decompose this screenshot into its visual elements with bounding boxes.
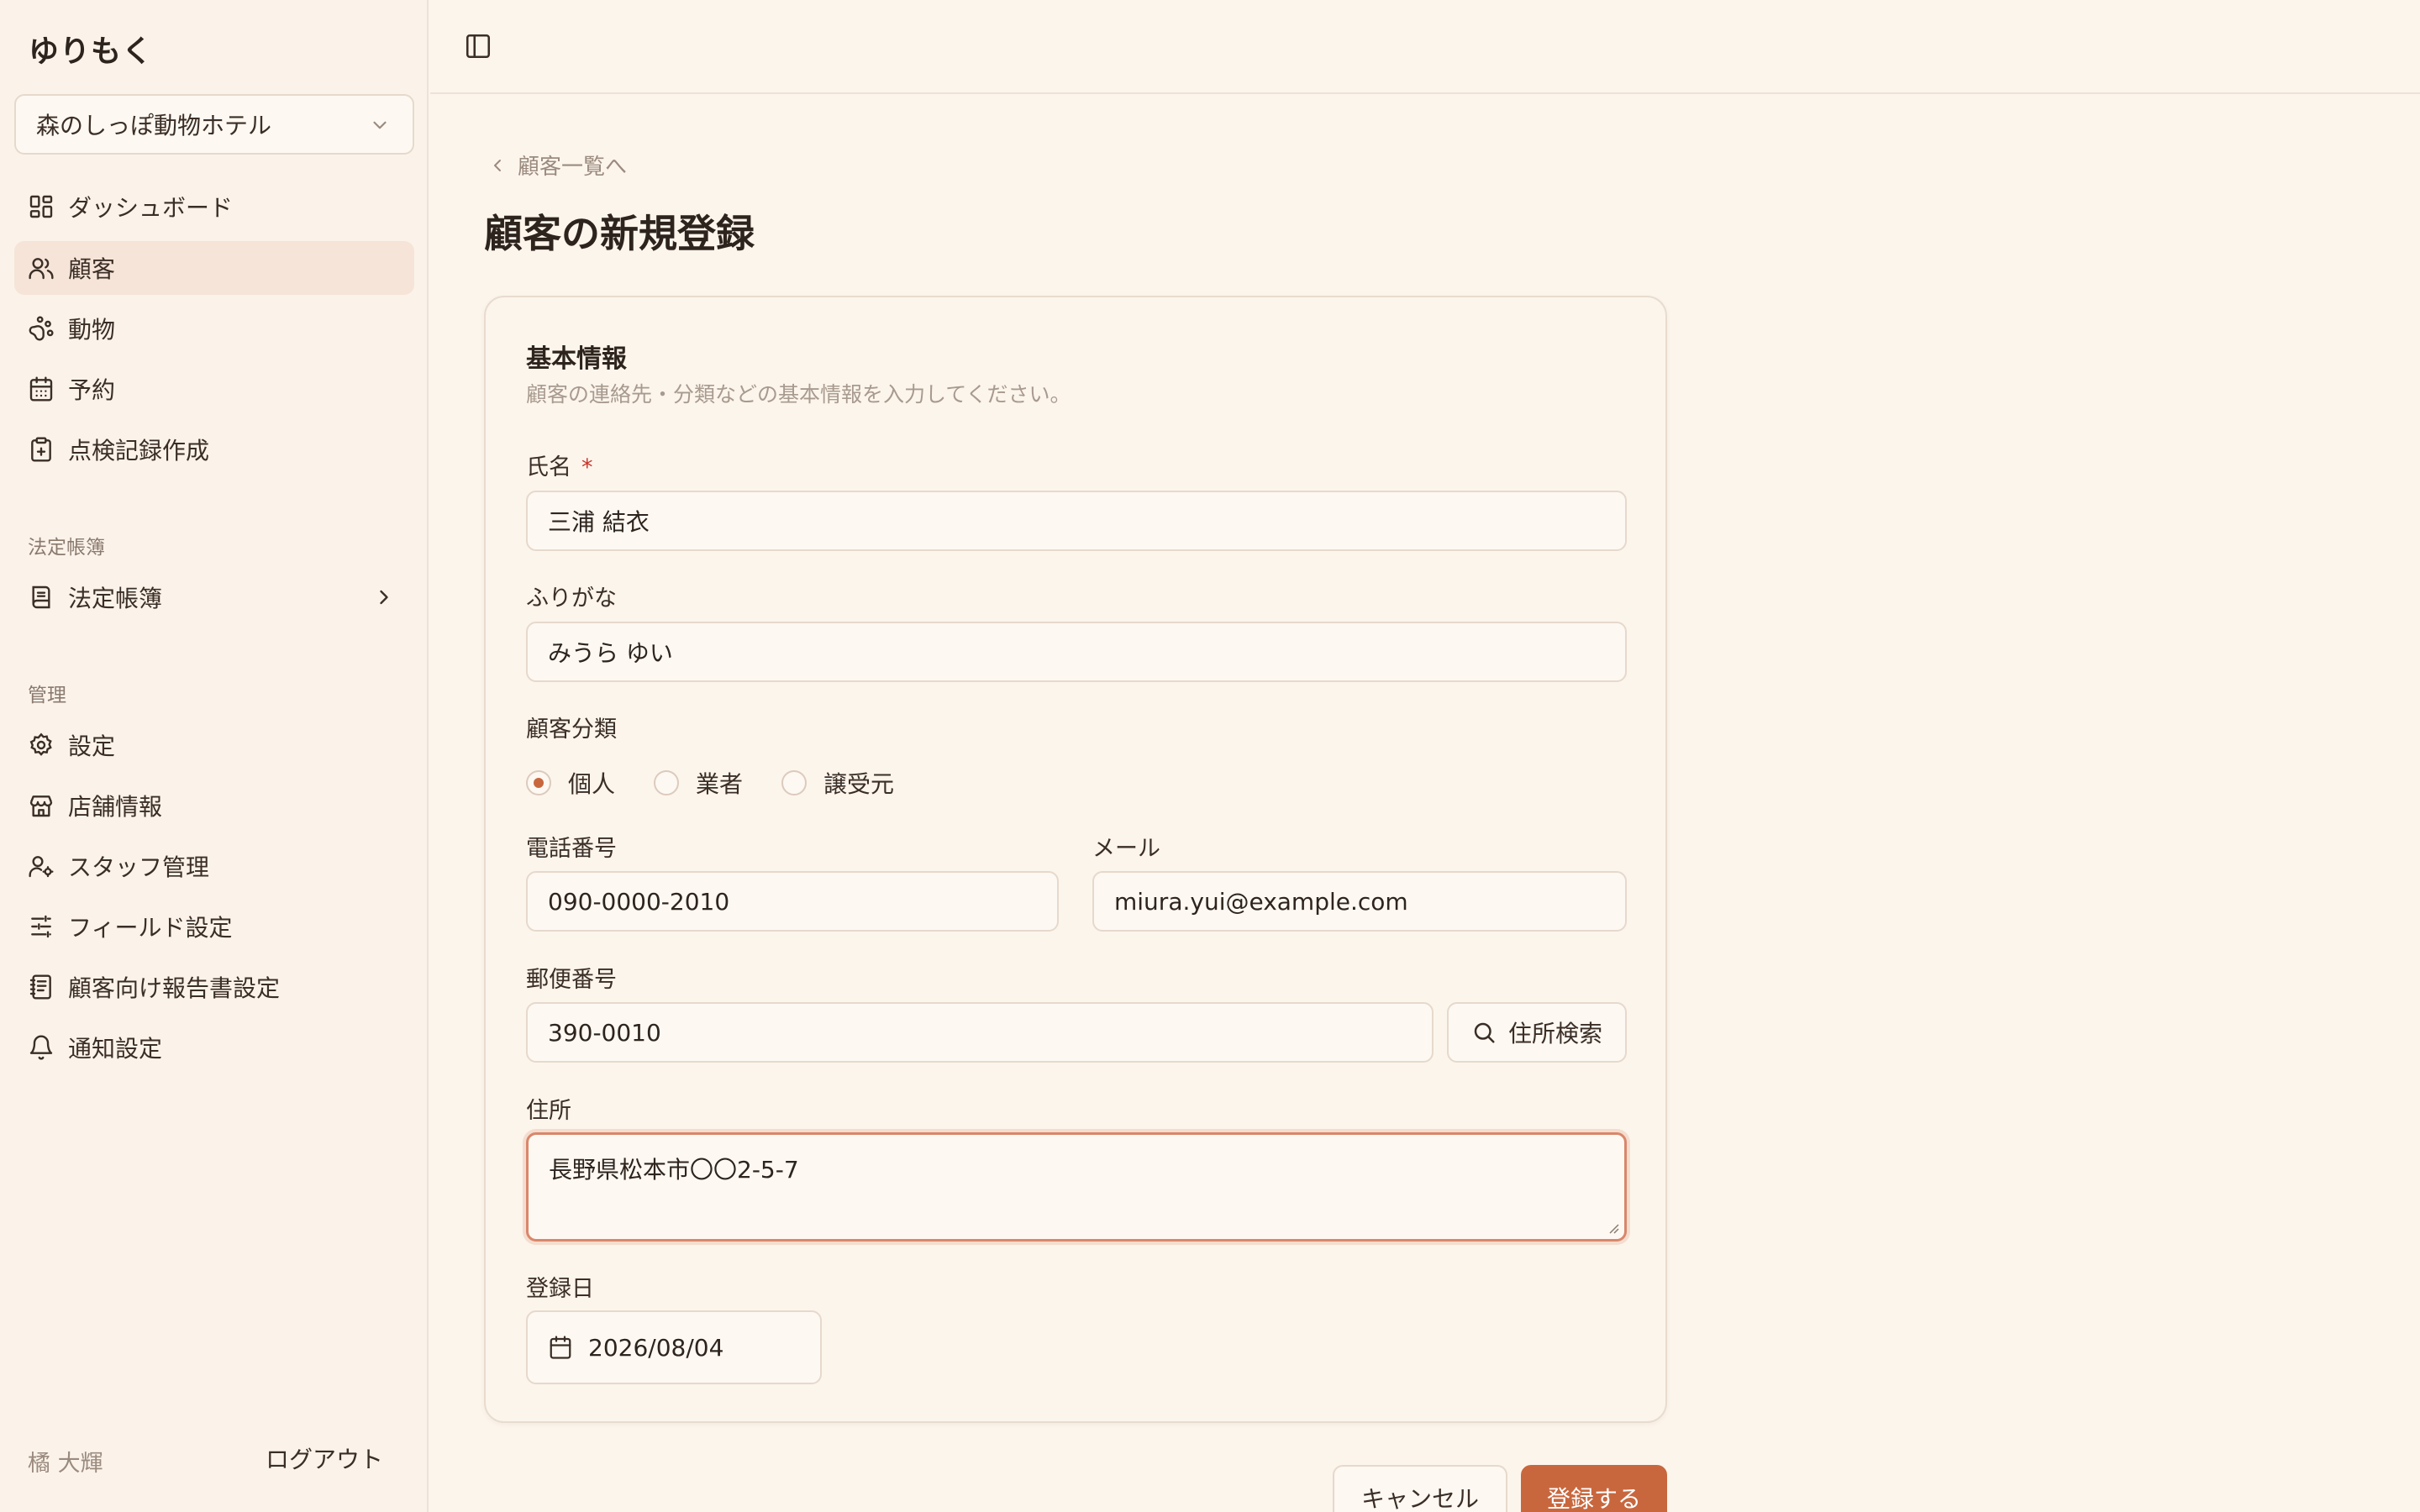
chevron-down-icon: [373, 121, 387, 129]
sidebar-item-ledger[interactable]: 法定帳簿: [14, 570, 414, 624]
sidebar-item-label: スタッフ管理: [68, 853, 210, 881]
card-title: 基本情報: [526, 344, 627, 374]
store-icon: [28, 792, 55, 819]
cancel-button-label: キャンセル: [1360, 1485, 1479, 1512]
clipboard-plus-icon: [28, 436, 55, 463]
address-search-button[interactable]: 住所検索: [1447, 1002, 1627, 1063]
email-input[interactable]: miura.yui@example.com: [1092, 871, 1627, 932]
card-description: 顧客の連絡先・分類などの基本情報を入力してください。: [526, 382, 1071, 407]
sidebar-item-label: ダッシュボード: [68, 194, 234, 222]
cancel-button[interactable]: キャンセル: [1333, 1465, 1507, 1512]
postal-input-value: 390-0010: [548, 1018, 661, 1047]
furigana-input-value: みうら ゆい: [548, 639, 673, 667]
name-label: 氏名 *: [526, 449, 593, 481]
sidebar-item-field-settings[interactable]: フィールド設定: [14, 900, 414, 953]
sidebar-item-report-settings[interactable]: 顧客向け報告書設定: [14, 960, 414, 1014]
basic-info-card: 基本情報 顧客の連絡先・分類などの基本情報を入力してください。 氏名 * 三浦 結…: [484, 296, 1667, 1423]
reg-date-label: 登録日: [526, 1276, 594, 1302]
logout-button[interactable]: ログアウト: [266, 1441, 383, 1475]
report-icon: [28, 974, 55, 1000]
back-to-customers-link[interactable]: 顧客一覧へ: [487, 150, 627, 181]
topbar: [430, 0, 2420, 94]
sidebar-item-label: 店舗情報: [68, 793, 163, 821]
address-label: 住所: [526, 1098, 571, 1124]
submit-button-label: 登録する: [1546, 1485, 1641, 1512]
name-input-value: 三浦 結衣: [548, 508, 650, 536]
sidebar-item-label: 動物: [68, 316, 116, 344]
category-radio-individual[interactable]: 個人: [526, 766, 615, 800]
back-link-label: 顧客一覧へ: [518, 155, 628, 180]
postal-input[interactable]: 390-0010: [526, 1002, 1434, 1063]
reg-date-picker[interactable]: 2026/08/04: [526, 1310, 822, 1384]
radio-button[interactable]: [654, 770, 679, 795]
section-label-ledger: 法定帳簿: [28, 537, 105, 559]
radio-button-checked[interactable]: [526, 770, 551, 795]
section-label-admin: 管理: [28, 685, 66, 706]
radio-label: 譲受元: [823, 770, 895, 798]
store-selector[interactable]: 森のしっぽ動物ホテル: [14, 94, 414, 155]
address-textarea[interactable]: 長野県松本市〇〇2-5-7: [526, 1132, 1627, 1242]
current-user-name: 橘 大輝: [28, 1451, 103, 1477]
dashboard-icon: [28, 193, 55, 220]
sidebar-item-label: 法定帳簿: [68, 585, 163, 612]
sidebar-item-notifications[interactable]: 通知設定: [14, 1021, 414, 1074]
gear-icon: [28, 732, 55, 759]
sidebar-item-label: 顧客: [68, 255, 116, 283]
sidebar-item-label: フィールド設定: [68, 914, 233, 942]
name-input[interactable]: 三浦 結衣: [526, 491, 1627, 551]
sidebar: ゆりもく 森のしっぽ動物ホテル ダッシュボード 顧客 動物 予約 点検記録作成 …: [0, 0, 429, 1512]
category-radio-transferor[interactable]: 譲受元: [781, 766, 894, 800]
sidebar-item-animals[interactable]: 動物: [14, 302, 414, 355]
required-marker: *: [581, 454, 593, 480]
calendar-icon: [550, 1336, 571, 1359]
sidebar-item-settings[interactable]: 設定: [14, 718, 414, 772]
search-icon: [1474, 1022, 1495, 1043]
name-label-text: 氏名: [526, 454, 571, 480]
book-icon: [28, 584, 55, 611]
chevron-left-icon: [494, 159, 501, 171]
sidebar-item-store-info[interactable]: 店舗情報: [14, 779, 414, 832]
users-icon: [28, 255, 55, 281]
email-label: メール: [1092, 836, 1160, 862]
sidebar-item-label: 顧客向け報告書設定: [68, 974, 281, 1002]
radio-label: 個人: [568, 770, 616, 798]
sidebar-item-reservations[interactable]: 予約: [14, 362, 414, 416]
resize-handle-icon[interactable]: [1606, 1221, 1619, 1234]
sliders-icon: [28, 913, 55, 940]
phone-label: 電話番号: [526, 836, 617, 862]
sidebar-item-dashboard[interactable]: ダッシュボード: [14, 180, 414, 234]
sidebar-item-staff[interactable]: スタッフ管理: [14, 839, 414, 893]
sidebar-item-label: 予約: [68, 376, 116, 404]
furigana-label: ふりがな: [526, 585, 617, 612]
phone-input[interactable]: 090-0000-2010: [526, 871, 1059, 932]
app-window: ゆりもく 森のしっぽ動物ホテル ダッシュボード 顧客 動物 予約 点検記録作成 …: [0, 0, 2420, 1512]
chevron-right-icon: [380, 590, 388, 605]
calendar-icon: [28, 375, 55, 402]
sidebar-item-inspection[interactable]: 点検記録作成: [14, 423, 414, 476]
brand-logo: ゆりもく: [29, 34, 154, 69]
email-input-value: miura.yui@example.com: [1114, 887, 1408, 916]
address-search-label: 住所検索: [1507, 1020, 1602, 1047]
radio-label: 業者: [696, 770, 744, 798]
category-label: 顧客分類: [526, 717, 617, 743]
user-settings-icon: [28, 853, 55, 879]
reg-date-value: 2026/08/04: [588, 1333, 724, 1362]
radio-button[interactable]: [781, 770, 807, 795]
store-selector-value: 森のしっぽ動物ホテル: [36, 112, 272, 139]
page-title: 顧客の新規登録: [484, 211, 755, 256]
paw-icon: [28, 315, 55, 342]
category-radio-business[interactable]: 業者: [654, 766, 743, 800]
address-textarea-value: 長野県松本市〇〇2-5-7: [549, 1156, 799, 1184]
sidebar-item-label: 設定: [68, 732, 116, 760]
postal-label: 郵便番号: [526, 967, 617, 993]
phone-input-value: 090-0000-2010: [548, 887, 730, 916]
sidebar-item-customers[interactable]: 顧客: [14, 241, 414, 295]
sidebar-toggle-icon[interactable]: [464, 32, 492, 60]
sidebar-item-label: 点検記録作成: [68, 437, 210, 465]
sidebar-item-label: 通知設定: [68, 1035, 163, 1063]
bell-icon: [28, 1034, 55, 1061]
submit-button[interactable]: 登録する: [1521, 1465, 1667, 1512]
furigana-input[interactable]: みうら ゆい: [526, 622, 1627, 682]
